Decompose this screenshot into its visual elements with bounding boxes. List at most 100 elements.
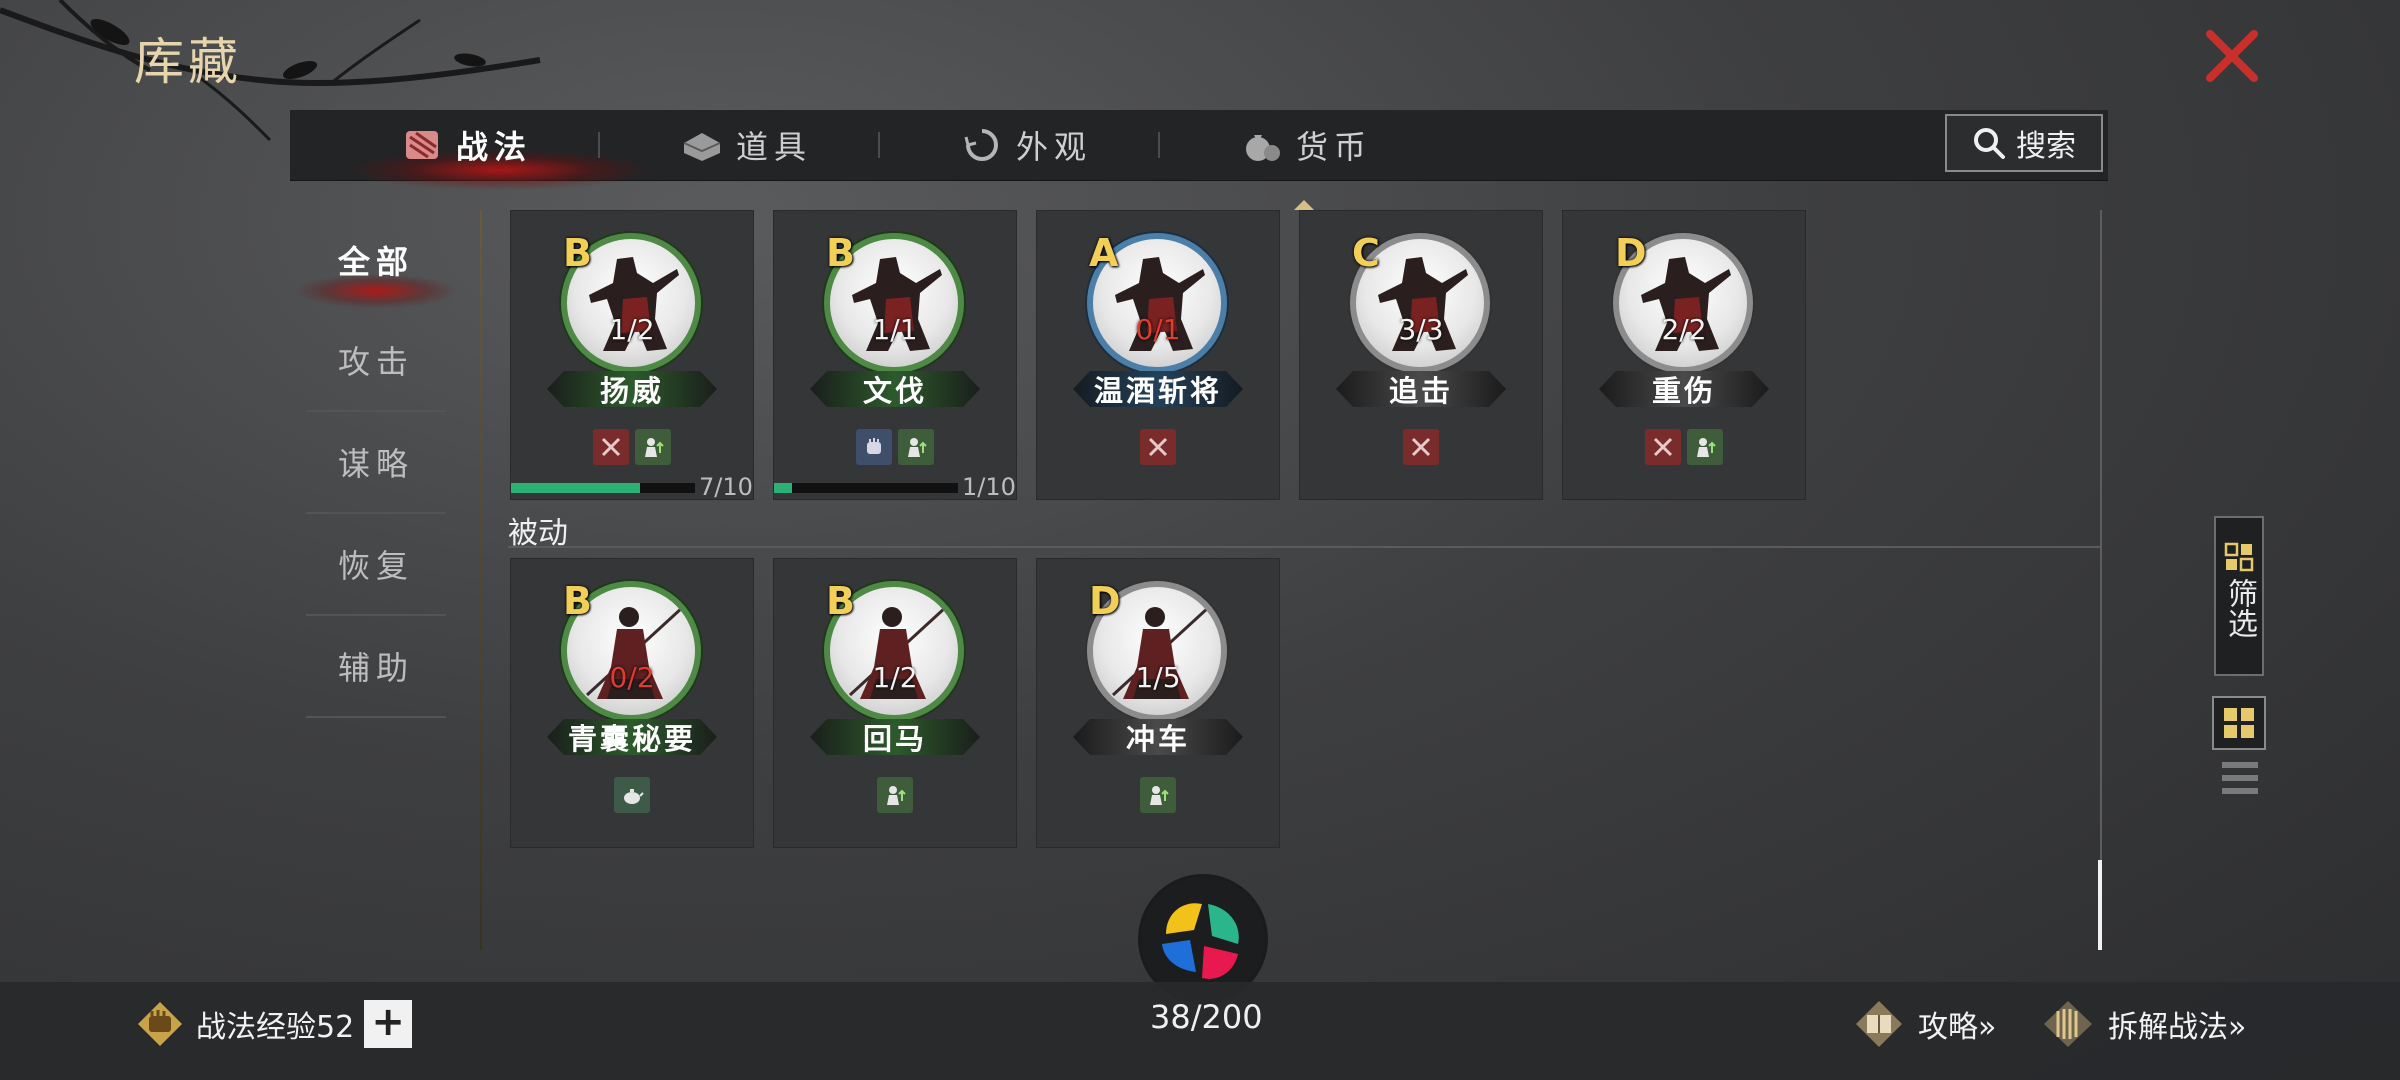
search-label: 搜索 bbox=[2016, 129, 2076, 164]
dismantle-icon bbox=[2044, 1001, 2092, 1047]
grade-badge: B bbox=[826, 579, 855, 623]
tab-items[interactable]: 道具 bbox=[680, 110, 812, 180]
dismantle-label: 拆解战法» bbox=[2108, 1010, 2247, 1045]
progress-bar bbox=[511, 483, 695, 493]
tactic-card[interactable]: B 1/1 文伐 1/10 bbox=[773, 210, 1017, 501]
tactic-card[interactable]: B 1/2 回马 bbox=[773, 558, 1017, 848]
grade-badge: B bbox=[563, 231, 592, 275]
sword-crossed-icon bbox=[1403, 429, 1439, 465]
tactic-name: 重伤 bbox=[1599, 371, 1769, 407]
close-icon[interactable] bbox=[2202, 26, 2262, 86]
fist-icon bbox=[856, 429, 892, 465]
soldier-up-icon bbox=[635, 429, 671, 465]
tactic-name: 追击 bbox=[1336, 371, 1506, 407]
soldier-up-icon bbox=[898, 429, 934, 465]
sword-crossed-icon bbox=[1140, 429, 1176, 465]
exp-label: 战法经验52 bbox=[196, 1010, 355, 1045]
soldier-up-icon bbox=[877, 777, 913, 813]
grade-badge: C bbox=[1352, 231, 1380, 275]
grade-badge: B bbox=[826, 231, 855, 275]
sword-crossed-icon bbox=[1645, 429, 1681, 465]
box-icon bbox=[683, 133, 721, 161]
tactic-card[interactable]: D 2/2 重伤 bbox=[1562, 210, 1806, 500]
sidebar-item-recovery[interactable]: 恢复 bbox=[306, 514, 446, 616]
scrollbar-thumb[interactable] bbox=[2098, 860, 2102, 950]
sidebar-item-label: 攻击 bbox=[337, 343, 414, 381]
tactic-count: 0/1 bbox=[1135, 313, 1181, 346]
tactic-tags bbox=[774, 777, 1016, 813]
tab-label: 战法 bbox=[456, 128, 533, 166]
soldier-up-icon bbox=[1140, 777, 1176, 813]
sidebar-item-strategy[interactable]: 谋略 bbox=[306, 412, 446, 514]
section-divider bbox=[508, 546, 2100, 548]
grid-view-toggle[interactable] bbox=[2212, 696, 2266, 750]
filter-label: 筛选 bbox=[2222, 578, 2257, 638]
tactic-tags bbox=[1563, 429, 1805, 465]
tactic-count: 1/2 bbox=[609, 313, 655, 346]
guide-label: 攻略» bbox=[1918, 1010, 1997, 1045]
tactic-count: 0/2 bbox=[609, 661, 655, 694]
tactic-tags bbox=[511, 777, 753, 813]
sidebar-item-label: 谋略 bbox=[337, 445, 414, 483]
tactic-count: 1/1 bbox=[872, 313, 918, 346]
search-icon bbox=[1974, 128, 2005, 159]
tactic-name: 扬威 bbox=[547, 371, 717, 407]
sidebar-item-all[interactable]: 全部 bbox=[296, 210, 456, 310]
tactic-card[interactable]: C 3/3 追击 bbox=[1299, 210, 1543, 500]
tab-label: 道具 bbox=[736, 128, 813, 166]
scroll-bundle-icon bbox=[406, 131, 438, 159]
tactic-name: 回马 bbox=[810, 719, 980, 755]
guide-book-icon bbox=[1856, 1001, 1902, 1047]
category-sidebar: 全部 攻击 谋略 恢复 辅助 bbox=[296, 210, 456, 718]
tactic-name: 温酒斩将 bbox=[1073, 371, 1243, 407]
filter-button[interactable]: 筛选 bbox=[2214, 516, 2264, 676]
tactic-tags bbox=[774, 429, 1016, 465]
progress-fill bbox=[774, 483, 793, 493]
progress-text: 1/10 bbox=[962, 473, 1016, 501]
sidebar-item-label: 辅助 bbox=[337, 649, 414, 687]
grade-badge: B bbox=[563, 579, 592, 623]
tactic-card[interactable]: A 0/1 温酒斩将 bbox=[1036, 210, 1280, 500]
tactic-tags bbox=[511, 429, 753, 465]
teapot-icon bbox=[614, 777, 650, 813]
tactic-card[interactable]: B 1/2 扬威 7/10 bbox=[510, 210, 754, 501]
tab-label: 外观 bbox=[1016, 128, 1093, 166]
page-title: 库藏 bbox=[134, 33, 242, 91]
sidebar-item-support[interactable]: 辅助 bbox=[306, 616, 446, 718]
tactic-card[interactable]: B 0/2 青囊秘要 bbox=[510, 558, 754, 848]
coin-bag-icon bbox=[1246, 135, 1280, 161]
storage-capacity: 38/200 bbox=[1150, 998, 1263, 1036]
progress-fill bbox=[511, 483, 640, 493]
tab-currency[interactable]: 货币 bbox=[1240, 110, 1372, 180]
filter-grid-icon bbox=[2224, 542, 2254, 572]
soldier-up-icon bbox=[1687, 429, 1723, 465]
tactic-count: 1/5 bbox=[1135, 661, 1181, 694]
tactic-count: 1/2 bbox=[872, 661, 918, 694]
dismantle-tactics-link[interactable]: 拆解战法» bbox=[2040, 996, 2246, 1052]
sidebar-divider bbox=[480, 210, 482, 950]
tactic-name: 青囊秘要 bbox=[547, 719, 717, 755]
tactic-tags bbox=[1037, 777, 1279, 813]
swirl-icon bbox=[964, 129, 998, 161]
tactic-count: 3/3 bbox=[1398, 313, 1444, 346]
grade-badge: D bbox=[1615, 231, 1647, 275]
tab-divider bbox=[598, 132, 600, 158]
tactic-tags bbox=[1300, 429, 1542, 465]
guide-link[interactable]: 攻略» bbox=[1852, 996, 1996, 1052]
tactic-name: 文伐 bbox=[810, 371, 980, 407]
sidebar-item-attack[interactable]: 攻击 bbox=[306, 310, 446, 412]
search-button[interactable]: 搜索 bbox=[1945, 114, 2103, 172]
tab-tactics[interactable]: 战法 bbox=[400, 110, 532, 180]
tactic-tags bbox=[1037, 429, 1279, 465]
tab-appearance[interactable]: 外观 bbox=[960, 110, 1092, 180]
tactic-count: 2/2 bbox=[1661, 313, 1707, 346]
sidebar-item-label: 恢复 bbox=[337, 547, 414, 585]
tab-divider bbox=[878, 132, 880, 158]
list-view-icon[interactable] bbox=[2220, 760, 2260, 796]
grade-badge: D bbox=[1089, 579, 1121, 623]
add-exp-button[interactable]: + bbox=[364, 1000, 413, 1048]
sword-crossed-icon bbox=[593, 429, 629, 465]
tab-label: 货币 bbox=[1296, 128, 1373, 166]
tactic-card[interactable]: D 1/5 冲车 bbox=[1036, 558, 1280, 848]
scroll-up-indicator bbox=[1294, 200, 1314, 210]
